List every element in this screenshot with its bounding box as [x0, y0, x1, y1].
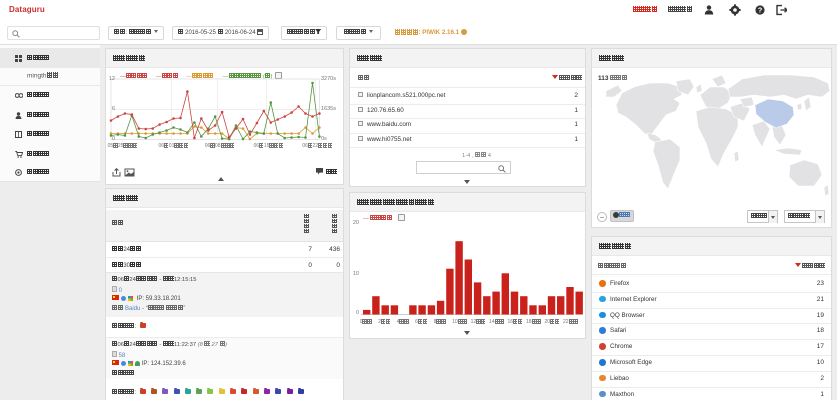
svg-text:?: ? [758, 6, 763, 15]
